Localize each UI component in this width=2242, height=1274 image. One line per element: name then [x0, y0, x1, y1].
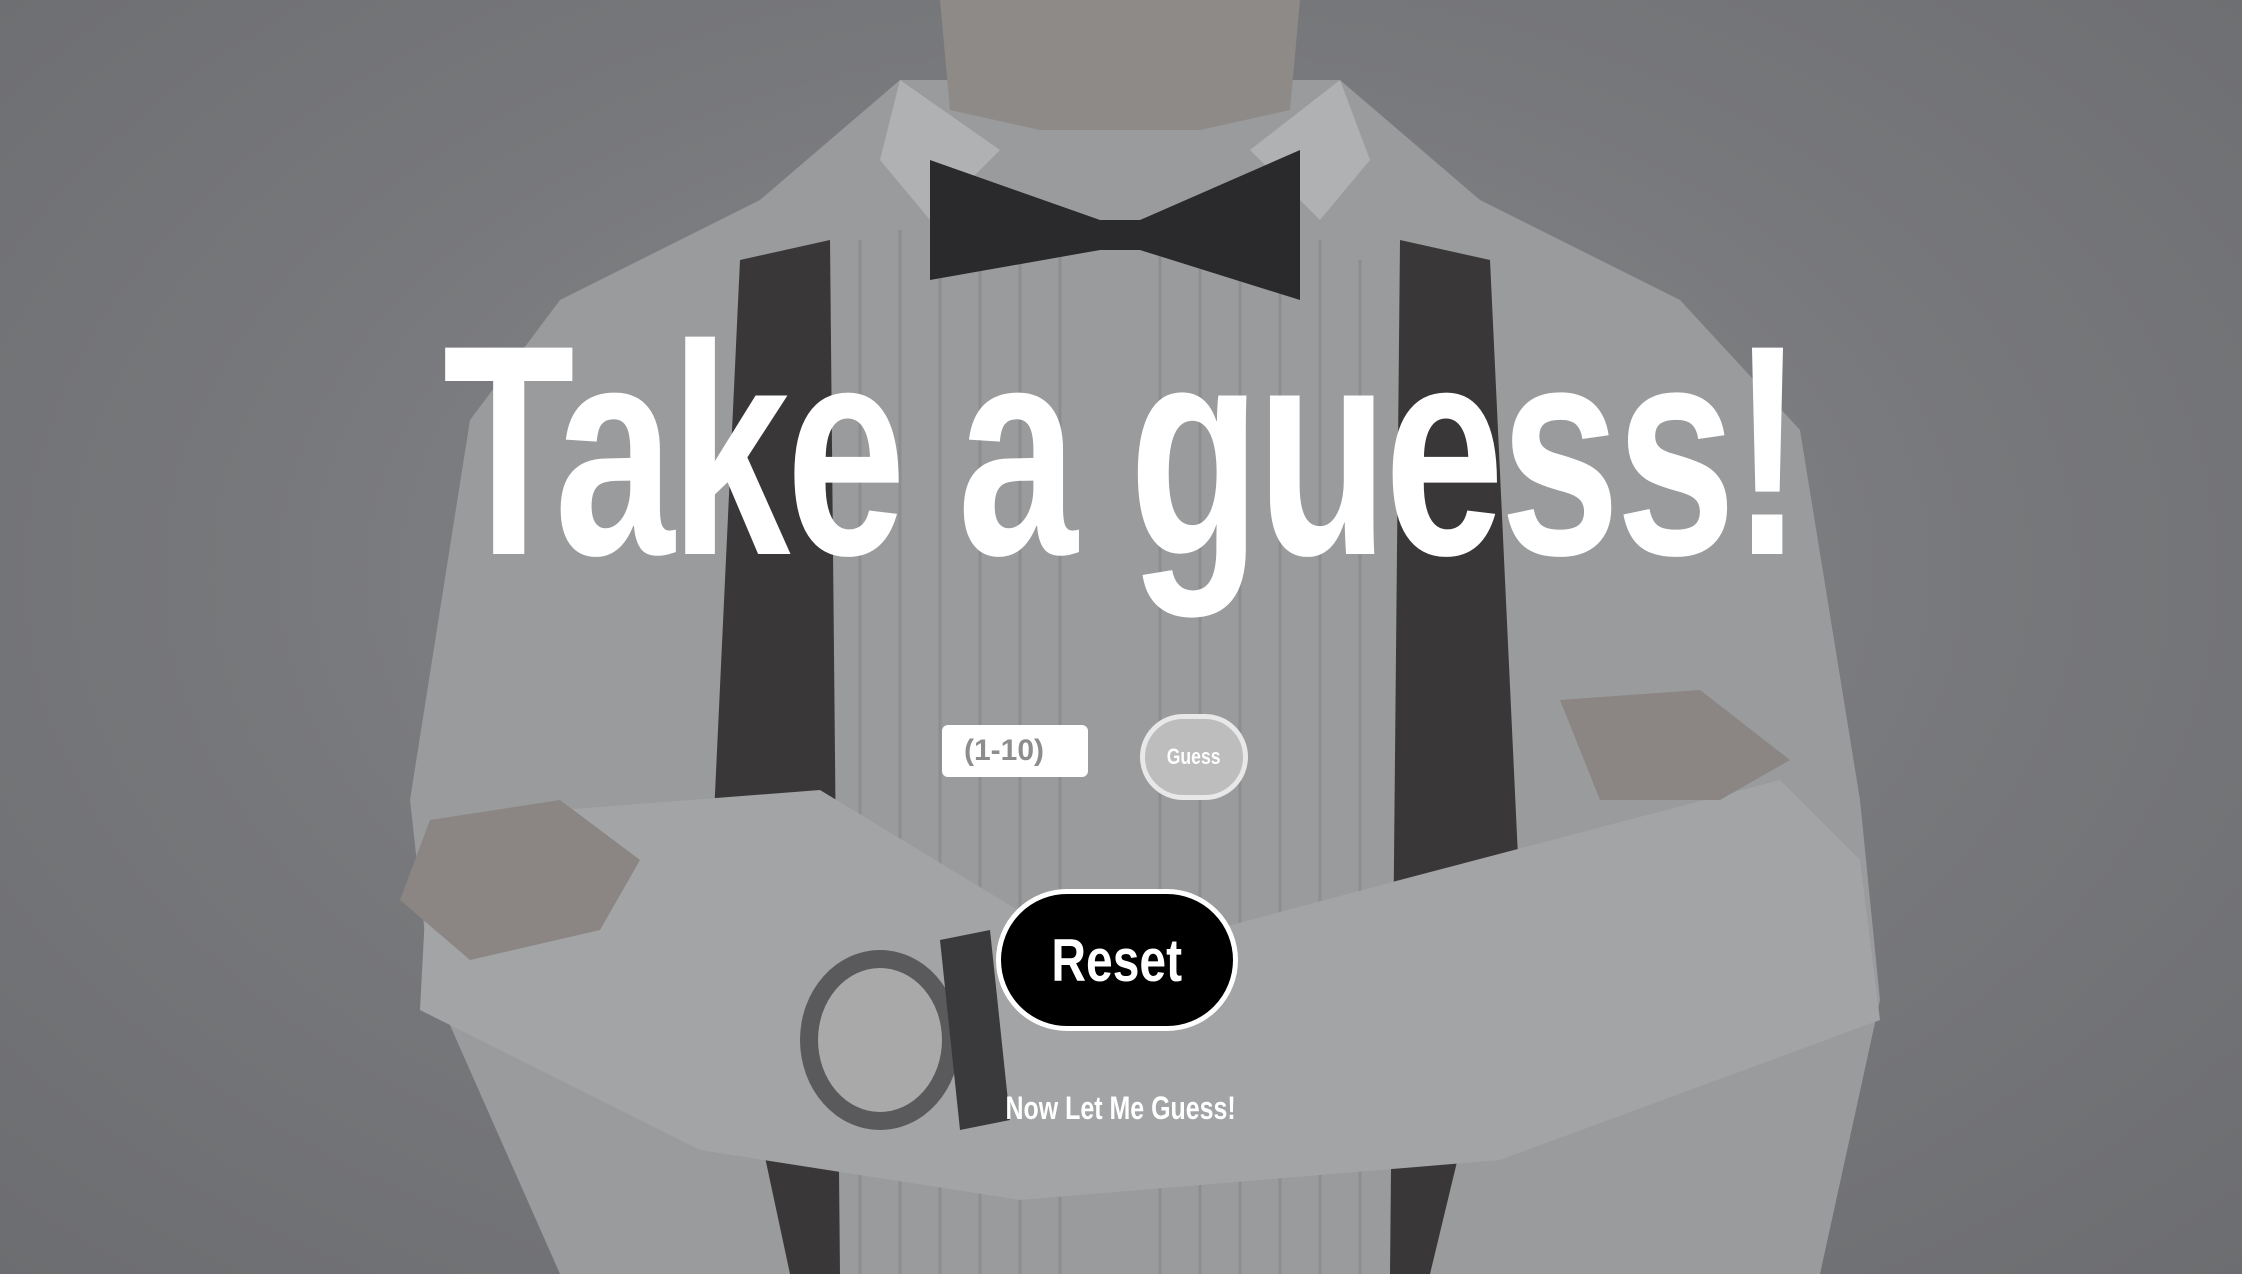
game-panel: Take a guess! Guess Reset Now Let Me Gue… [0, 0, 2242, 1274]
computer-guess-link-row: Now Let Me Guess! [0, 1090, 2242, 1127]
guess-number-input[interactable] [942, 725, 1088, 777]
guess-button[interactable]: Guess [1140, 714, 1248, 800]
computer-guess-link[interactable]: Now Let Me Guess! [1006, 1090, 1236, 1127]
guess-button-label: Guess [1167, 744, 1221, 769]
page-title: Take a guess! [442, 282, 1804, 618]
reset-button-label: Reset [1051, 926, 1183, 994]
reset-button[interactable]: Reset [996, 889, 1238, 1031]
